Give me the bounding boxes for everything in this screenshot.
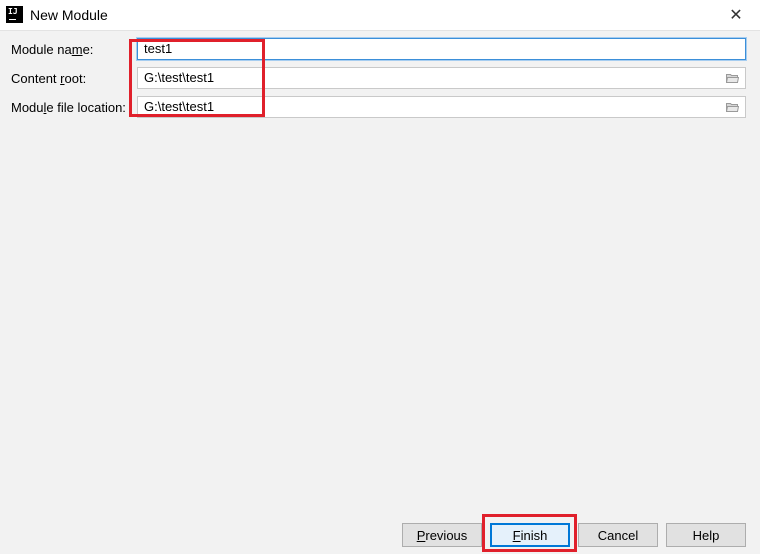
content-root-row: Content root: G:\test\test1 bbox=[0, 67, 760, 89]
window-title: New Module bbox=[30, 7, 108, 23]
help-button[interactable]: Help bbox=[666, 523, 746, 547]
finish-button[interactable]: Finish bbox=[490, 523, 570, 547]
module-file-location-label-pre: Modu bbox=[11, 100, 44, 115]
previous-label-rest: revious bbox=[425, 527, 468, 543]
close-button[interactable]: ✕ bbox=[720, 3, 752, 27]
title-bar: IJ New Module ✕ bbox=[0, 0, 760, 31]
content-root-input[interactable]: G:\test\test1 bbox=[137, 67, 746, 89]
module-name-label-pre: Module na bbox=[11, 42, 72, 57]
finish-label-rest: inish bbox=[520, 527, 548, 543]
module-file-location-row: Module file location: G:\test\test1 bbox=[0, 96, 760, 118]
app-icon-glyph: IJ bbox=[8, 7, 18, 16]
module-name-label-mnemonic: m bbox=[71, 42, 83, 57]
module-name-input[interactable]: test1 bbox=[137, 38, 746, 60]
previous-mnemonic: P bbox=[416, 527, 426, 543]
intellij-app-icon: IJ bbox=[6, 6, 23, 23]
cancel-button[interactable]: Cancel bbox=[578, 523, 658, 547]
finish-mnemonic: F bbox=[512, 527, 521, 543]
content-root-label-post: oot: bbox=[64, 71, 87, 86]
browse-folder-icon[interactable] bbox=[726, 102, 739, 112]
close-icon: ✕ bbox=[729, 7, 743, 24]
module-file-location-value: G:\test\test1 bbox=[144, 99, 215, 114]
content-root-label-pre: Content bbox=[11, 71, 61, 86]
previous-button[interactable]: Previous bbox=[402, 523, 482, 547]
content-root-label: Content root: bbox=[11, 71, 86, 86]
module-file-location-label: Module file location: bbox=[11, 100, 126, 115]
content-root-value: G:\test\test1 bbox=[144, 70, 215, 85]
module-file-location-label-post: e file location: bbox=[46, 100, 126, 115]
module-name-label: Module name: bbox=[11, 42, 93, 57]
browse-folder-icon[interactable] bbox=[726, 73, 739, 83]
module-name-value: test1 bbox=[144, 41, 173, 56]
module-file-location-input[interactable]: G:\test\test1 bbox=[137, 96, 746, 118]
module-name-label-post: e: bbox=[82, 42, 94, 57]
module-name-row: Module name: test1 bbox=[0, 38, 760, 60]
